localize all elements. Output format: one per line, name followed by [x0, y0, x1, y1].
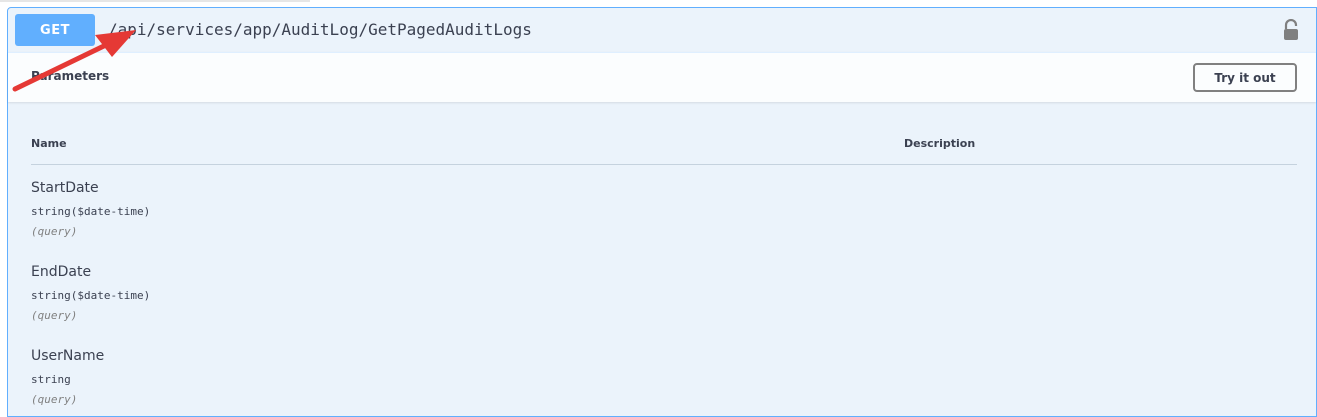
parameter-type: string($date-time) [31, 205, 151, 218]
parameters-table: Name Description StartDate string($date-… [31, 102, 1297, 417]
endpoint-path[interactable]: /api/services/app/AuditLog/GetPagedAudit… [108, 20, 532, 39]
top-divider [0, 0, 310, 2]
method-badge[interactable]: GET [15, 14, 95, 46]
operation-summary[interactable]: GET /api/services/app/AuditLog/GetPagedA… [8, 8, 1316, 53]
parameters-title: Parameters [31, 69, 110, 83]
parameter-location: (query) [31, 225, 78, 238]
unlocked-padlock-icon[interactable] [1282, 19, 1300, 41]
parameter-row-startdate: StartDate string($date-time) (query) [31, 165, 1297, 249]
parameter-type: string [31, 373, 71, 386]
parameter-location: (query) [31, 393, 78, 406]
operation-block: GET /api/services/app/AuditLog/GetPagedA… [7, 7, 1317, 417]
column-header-description: Description [904, 137, 976, 150]
parameter-name: StartDate [31, 180, 99, 196]
parameter-location: (query) [31, 309, 78, 322]
table-header-row: Name Description [31, 102, 1297, 165]
parameter-name: EndDate [31, 264, 92, 280]
parameters-header: Parameters Try it out [8, 52, 1316, 102]
try-it-out-button[interactable]: Try it out [1193, 63, 1297, 92]
parameter-row-username: UserName string (query) [31, 333, 1297, 417]
parameter-type: string($date-time) [31, 289, 151, 302]
column-header-name: Name [31, 137, 67, 150]
parameter-name: UserName [31, 348, 105, 364]
parameter-row-enddate: EndDate string($date-time) (query) [31, 249, 1297, 333]
